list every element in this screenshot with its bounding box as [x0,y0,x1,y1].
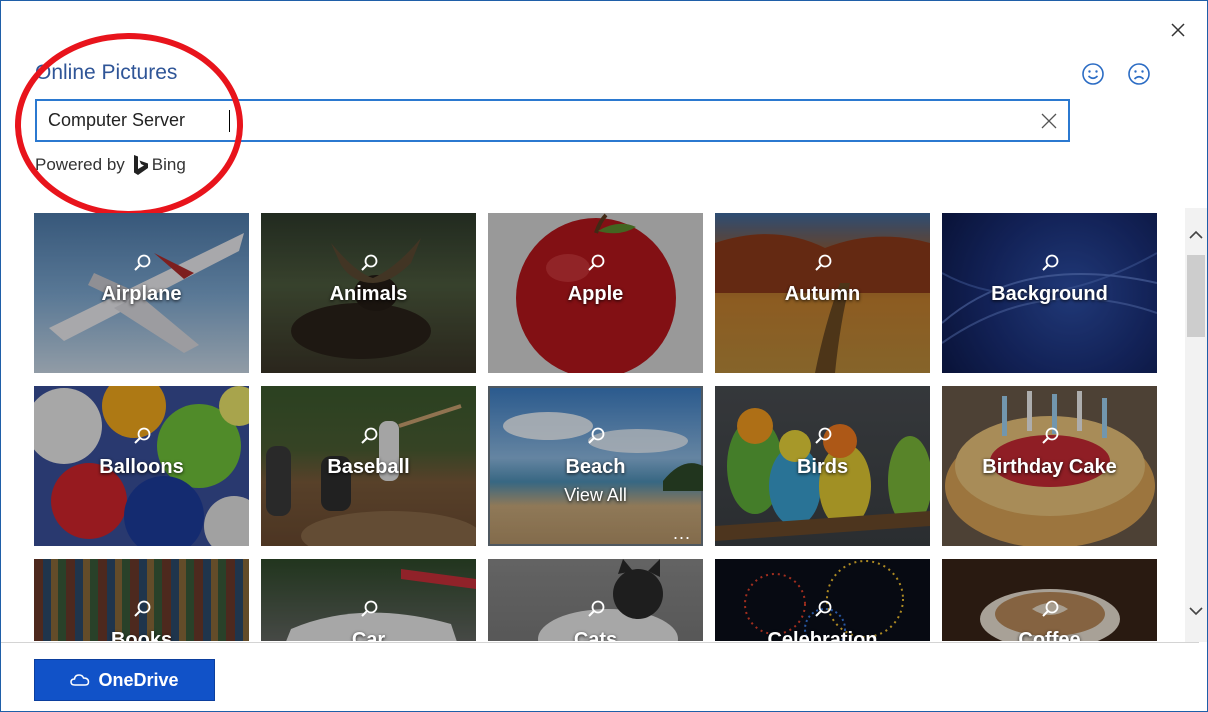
category-tile-apple[interactable]: Apple [488,213,703,373]
chevron-down-icon [1189,607,1203,616]
search-icon [1042,254,1059,271]
search-icon [588,254,605,271]
search-icon [815,600,832,617]
tile-label: Apple [567,283,624,305]
search-icon [588,600,605,617]
search-icon [588,427,605,444]
footer-divider [1,642,1199,643]
tile-label: Celebration [767,629,878,641]
feedback-happy-button[interactable] [1080,61,1106,87]
category-tile-celebration[interactable]: Celebration [715,559,930,641]
onedrive-label: OneDrive [98,669,179,690]
view-all-link[interactable]: View All [488,485,703,506]
search-icon [815,254,832,271]
tile-label: Baseball [327,456,410,478]
category-tile-car[interactable]: Car [261,559,476,641]
category-tile-cats[interactable]: Cats [488,559,703,641]
tile-label: Beach [565,456,626,478]
category-tile-baseball[interactable]: Baseball [261,386,476,546]
chevron-up-icon [1189,230,1203,239]
scroll-thumb[interactable] [1187,255,1205,337]
online-pictures-dialog: Online Pictures Powered by [0,0,1208,712]
smile-icon [1082,63,1104,85]
scroll-down-button[interactable] [1185,600,1207,622]
tile-label: Balloons [99,456,184,478]
tile-label: Coffee [1018,629,1081,641]
category-tile-animals[interactable]: Animals [261,213,476,373]
image-category-grid: Airplane Animals Apple Autumn Background… [34,213,1162,641]
search-icon [1042,427,1059,444]
search-icon [134,427,151,444]
frown-icon [1128,63,1150,85]
cloud-icon [70,674,90,686]
category-tile-beach[interactable]: Beach View All ... [488,386,703,546]
category-tile-airplane[interactable]: Airplane [34,213,249,373]
tile-label: Birthday Cake [982,456,1117,478]
search-icon [361,600,378,617]
search-icon [361,254,378,271]
clear-icon [1041,113,1057,129]
more-options-button[interactable]: ... [673,523,691,544]
category-tile-background[interactable]: Background [942,213,1157,373]
search-icon [1042,600,1059,617]
tile-label: Airplane [101,283,182,305]
tile-label: Autumn [784,283,861,305]
tile-label: Books [110,629,173,641]
category-tile-books[interactable]: Books [34,559,249,641]
search-icon [815,427,832,444]
search-icon [134,600,151,617]
close-button[interactable] [1165,17,1191,43]
tile-label: Car [351,629,386,641]
category-tile-balloons[interactable]: Balloons [34,386,249,546]
category-tile-birthday-cake[interactable]: Birthday Cake [942,386,1157,546]
search-icon [361,427,378,444]
onedrive-button[interactable]: OneDrive [34,659,215,701]
clear-search-button[interactable] [1037,109,1061,133]
scroll-up-button[interactable] [1185,224,1207,246]
tile-label: Cats [573,629,618,641]
category-tile-coffee[interactable]: Coffee [942,559,1157,641]
search-icon [134,254,151,271]
vertical-scrollbar[interactable] [1185,208,1207,642]
feedback-sad-button[interactable] [1126,61,1152,87]
category-tile-autumn[interactable]: Autumn [715,213,930,373]
tile-label: Background [991,283,1108,305]
annotation-circle [15,33,243,217]
tile-label: Animals [329,283,408,305]
close-icon [1171,23,1185,37]
tile-label: Birds [796,456,849,478]
category-tile-birds[interactable]: Birds [715,386,930,546]
